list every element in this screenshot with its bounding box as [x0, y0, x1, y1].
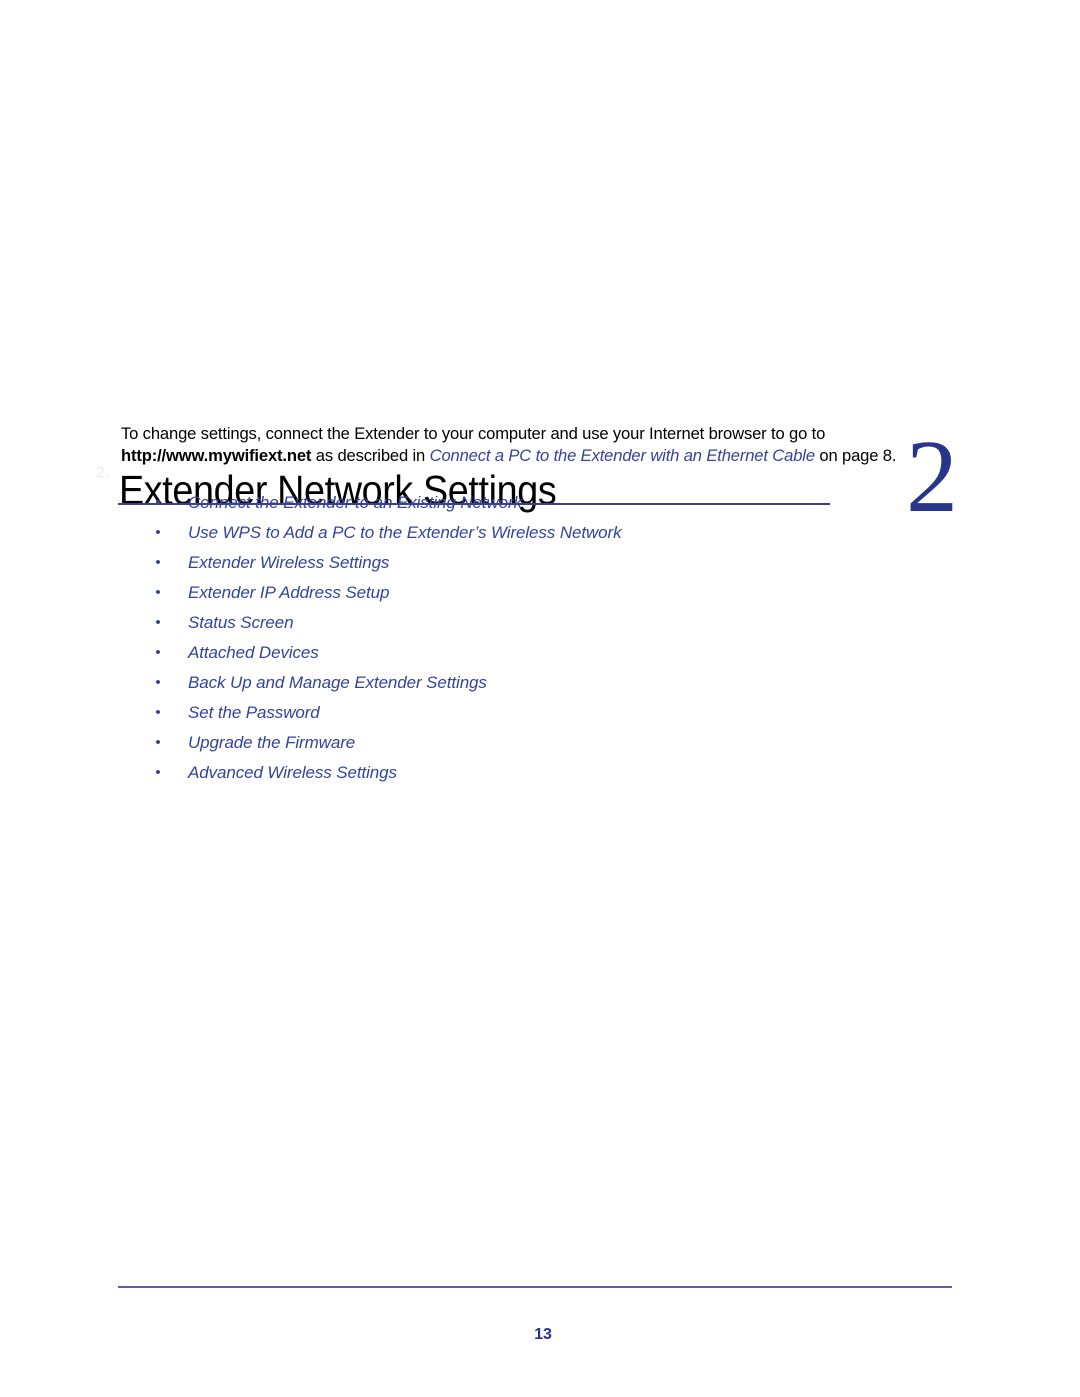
mywifiext-url: http://www.mywifiext.net: [121, 446, 312, 466]
list-item-label: Extender Wireless Settings: [188, 553, 390, 572]
list-item[interactable]: • Use WPS to Add a PC to the Extender’s …: [150, 518, 950, 548]
list-item-label: Set the Password: [188, 703, 320, 722]
list-item[interactable]: • Set the Password: [150, 698, 950, 728]
list-item-label: Attached Devices: [188, 643, 319, 662]
list-item-label: Use WPS to Add a PC to the Extender’s Wi…: [188, 523, 622, 542]
bullet-icon: •: [155, 734, 161, 751]
list-item-label: Connect the Extender to an Existing Netw…: [188, 493, 522, 512]
footer-divider: [118, 1286, 952, 1288]
section-link-list: • Connect the Extender to an Existing Ne…: [150, 488, 950, 788]
bullet-icon: •: [155, 494, 161, 511]
chapter-watermark: 2.: [96, 464, 110, 481]
list-item[interactable]: • Extender Wireless Settings: [150, 548, 950, 578]
list-item[interactable]: • Extender IP Address Setup: [150, 578, 950, 608]
list-item-label: Back Up and Manage Extender Settings: [188, 673, 487, 692]
chapter-header: 2. Extender Network Settings 2: [0, 216, 1080, 532]
list-item[interactable]: • Advanced Wireless Settings: [150, 758, 950, 788]
list-item[interactable]: • Upgrade the Firmware: [150, 728, 950, 758]
page-number: 13: [534, 1326, 552, 1343]
document-page: 2. Extender Network Settings 2 To change…: [0, 0, 1080, 1397]
list-item-label: Status Screen: [188, 613, 294, 632]
list-item[interactable]: • Back Up and Manage Extender Settings: [150, 668, 950, 698]
list-item-label: Extender IP Address Setup: [188, 583, 390, 602]
intro-text-part1: To change settings, connect the Extender…: [121, 423, 826, 443]
bullet-icon: •: [155, 704, 161, 721]
bullet-icon: •: [155, 584, 161, 601]
list-item[interactable]: • Status Screen: [150, 608, 950, 638]
list-item[interactable]: • Attached Devices: [150, 638, 950, 668]
intro-paragraph: To change settings, connect the Extender…: [121, 423, 959, 468]
bullet-icon: •: [155, 554, 161, 571]
bullet-icon: •: [155, 764, 161, 781]
intro-text-part3: on page 8.: [814, 446, 897, 466]
bullet-icon: •: [155, 644, 161, 661]
bullet-icon: •: [155, 524, 161, 541]
list-item-label: Advanced Wireless Settings: [188, 763, 397, 782]
list-item[interactable]: • Connect the Extender to an Existing Ne…: [150, 488, 950, 518]
bullet-icon: •: [155, 614, 161, 631]
cross-reference-link[interactable]: Connect a PC to the Extender with an Eth…: [430, 446, 815, 465]
bullet-icon: •: [155, 674, 161, 691]
intro-text-part2: as described in: [311, 446, 430, 466]
list-item-label: Upgrade the Firmware: [188, 733, 356, 752]
